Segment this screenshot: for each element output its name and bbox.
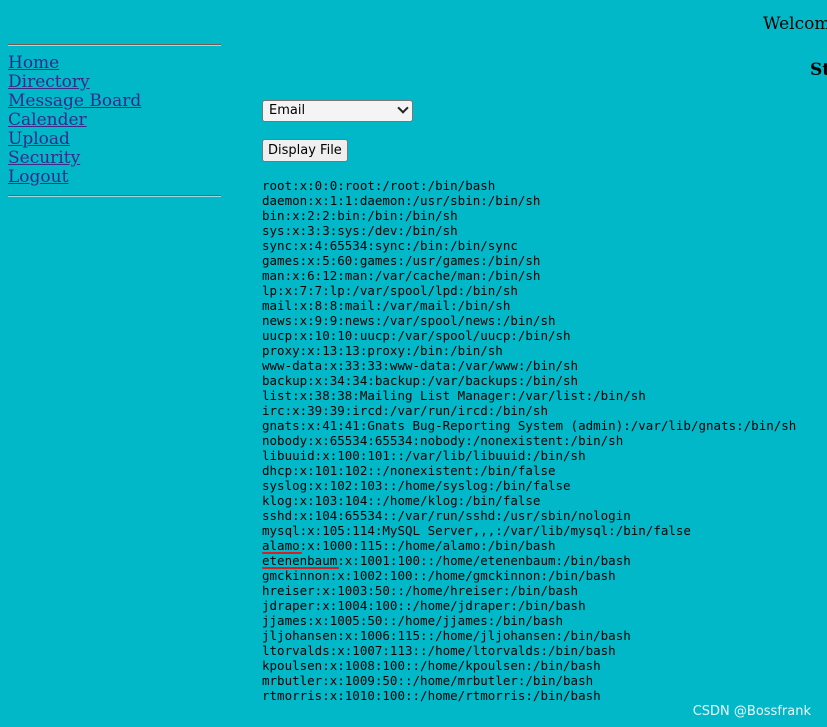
- file-line: jdraper:x:1004:100::/home/jdraper:/bin/b…: [262, 598, 586, 613]
- file-line: daemon:x:1:1:daemon:/usr/sbin:/bin/sh: [262, 193, 541, 208]
- file-line: root:x:0:0:root:/root:/bin/bash: [262, 178, 496, 193]
- nav-link-security[interactable]: Security: [8, 149, 141, 168]
- file-line: sys:x:3:3:sys:/dev:/bin/sh: [262, 223, 458, 238]
- file-line: mysql:x:105:114:MySQL Server,,,:/var/lib…: [262, 523, 691, 538]
- welcome-text: Welcom: [763, 14, 827, 34]
- file-line: news:x:9:9:news:/var/spool/news:/bin/sh: [262, 313, 556, 328]
- nav-link-calender[interactable]: Calender: [8, 111, 141, 130]
- file-line: rtmorris:x:1010:100::/home/rtmorris:/bin…: [262, 688, 601, 703]
- file-line: libuuid:x:100:101::/var/lib/libuuid:/bin…: [262, 448, 586, 463]
- nav-link-message-board[interactable]: Message Board: [8, 92, 141, 111]
- file-line: nobody:x:65534:65534:nobody:/nonexistent…: [262, 433, 624, 448]
- file-line: bin:x:2:2:bin:/bin:/bin/sh: [262, 208, 458, 223]
- display-file-button[interactable]: Display File: [262, 139, 348, 162]
- nav-link-upload[interactable]: Upload: [8, 130, 141, 149]
- file-contents: root:x:0:0:root:/root:/bin/bash daemon:x:…: [262, 178, 796, 703]
- file-line: jljohansen:x:1006:115::/home/jljohansen:…: [262, 628, 631, 643]
- file-line: www-data:x:33:33:www-data:/var/www:/bin/…: [262, 358, 579, 373]
- file-line: jjames:x:1005:50::/home/jjames:/bin/bash: [262, 613, 564, 628]
- file-select-value: Email: [269, 103, 306, 118]
- file-line: hreiser:x:1003:50::/home/hreiser:/bin/ba…: [262, 583, 579, 598]
- file-line: sync:x:4:65534:sync:/bin:/bin/sync: [262, 238, 518, 253]
- sidebar-nav: Home Directory Message Board Calender Up…: [8, 54, 141, 187]
- nav-divider-bottom: [8, 195, 221, 197]
- file-line: mrbutler:x:1009:50::/home/mrbutler:/bin/…: [262, 673, 594, 688]
- file-line: mail:x:8:8:mail:/var/mail:/bin/sh: [262, 298, 511, 313]
- file-line: klog:x:103:104::/home/klog:/bin/false: [262, 493, 541, 508]
- file-line: etenenbaum:x:1001:100::/home/etenenbaum:…: [262, 553, 631, 569]
- file-line: irc:x:39:39:ircd:/var/run/ircd:/bin/sh: [262, 403, 548, 418]
- file-line: sshd:x:104:65534::/var/run/sshd:/usr/sbi…: [262, 508, 631, 523]
- file-line: man:x:6:12:man:/var/cache/man:/bin/sh: [262, 268, 541, 283]
- nav-link-directory[interactable]: Directory: [8, 73, 141, 92]
- file-line: gnats:x:41:41:Gnats Bug-Reporting System…: [262, 418, 797, 433]
- chevron-down-icon: [397, 102, 409, 114]
- file-line: gmckinnon:x:1002:100::/home/gmckinnon:/b…: [262, 568, 616, 583]
- file-line: kpoulsen:x:1008:100::/home/kpoulsen:/bin…: [262, 658, 601, 673]
- file-line: ltorvalds:x:1007:113::/home/ltorvalds:/b…: [262, 643, 616, 658]
- watermark: CSDN @Bossfrank: [692, 704, 811, 719]
- file-line: dhcp:x:101:102::/nonexistent:/bin/false: [262, 463, 556, 478]
- file-line: backup:x:34:34:backup:/var/backups:/bin/…: [262, 373, 579, 388]
- file-line: uucp:x:10:10:uucp:/var/spool/uucp:/bin/s…: [262, 328, 571, 343]
- page-subheading: St: [810, 60, 827, 80]
- nav-divider-top: [8, 44, 221, 46]
- file-line: lp:x:7:7:lp:/var/spool/lpd:/bin/sh: [262, 283, 518, 298]
- file-line: list:x:38:38:Mailing List Manager:/var/l…: [262, 388, 646, 403]
- nav-link-home[interactable]: Home: [8, 54, 141, 73]
- file-line: alamo:x:1000:115::/home/alamo:/bin/bash: [262, 538, 556, 554]
- file-line: syslog:x:102:103::/home/syslog:/bin/fals…: [262, 478, 571, 493]
- file-select[interactable]: Email: [262, 100, 413, 122]
- nav-link-logout[interactable]: Logout: [8, 168, 141, 187]
- file-line: games:x:5:60:games:/usr/games:/bin/sh: [262, 253, 541, 268]
- file-line: proxy:x:13:13:proxy:/bin:/bin/sh: [262, 343, 503, 358]
